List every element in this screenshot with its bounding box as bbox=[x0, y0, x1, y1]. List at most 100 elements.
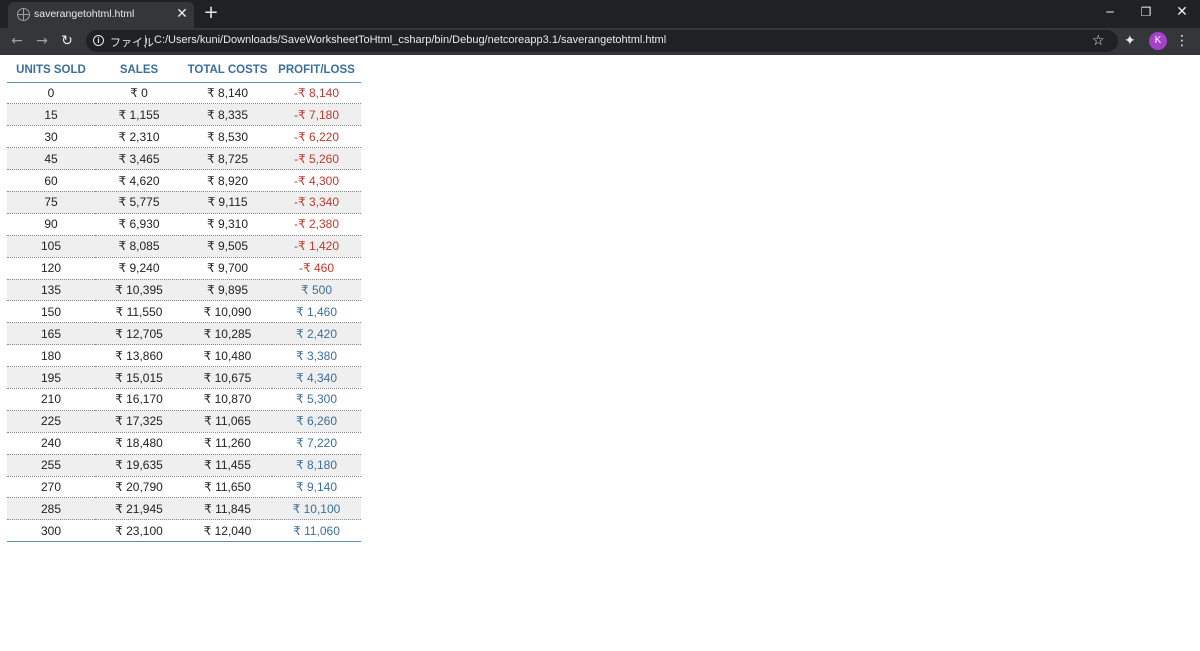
arrow-left-icon[interactable]: ← bbox=[7, 30, 27, 52]
cell-profit-loss: ₹ 4,340 bbox=[272, 366, 361, 389]
cell-units-sold: 150 bbox=[7, 300, 95, 324]
cell-profit-loss: ₹ 10,100 bbox=[272, 497, 361, 521]
avatar[interactable]: K bbox=[1149, 32, 1167, 50]
tab-title: saverangetohtml.html bbox=[34, 8, 135, 20]
tab-strip: saverangetohtml.html ✕ + ─ ❐ ✕ bbox=[0, 0, 1200, 28]
cell-total-costs: ₹ 9,700 bbox=[183, 257, 272, 280]
cell-units-sold: 15 bbox=[7, 103, 95, 127]
cell-sales: ₹ 2,310 bbox=[95, 125, 183, 149]
reload-icon[interactable]: ↻ bbox=[57, 30, 77, 52]
cell-profit-loss: ₹ 500 bbox=[272, 279, 361, 302]
cell-units-sold: 285 bbox=[7, 497, 95, 521]
header-total-costs: TOTAL COSTS bbox=[183, 59, 272, 83]
info-icon[interactable]: i bbox=[93, 35, 104, 46]
cell-units-sold: 240 bbox=[7, 432, 95, 455]
table-row: 255 ₹ 19,635 ₹ 11,455 ₹ 8,180 bbox=[7, 454, 361, 477]
cell-sales: ₹ 20,790 bbox=[95, 476, 183, 499]
cell-units-sold: 195 bbox=[7, 366, 95, 389]
puzzle-icon[interactable]: ✦ bbox=[1124, 32, 1136, 50]
cell-sales: ₹ 18,480 bbox=[95, 432, 183, 455]
cell-units-sold: 120 bbox=[7, 257, 95, 280]
cell-units-sold: 210 bbox=[7, 388, 95, 411]
cell-units-sold: 30 bbox=[7, 125, 95, 149]
table-row: 270 ₹ 20,790 ₹ 11,650 ₹ 9,140 bbox=[7, 476, 361, 499]
cell-sales: ₹ 3,465 bbox=[95, 147, 183, 171]
minimize-icon[interactable]: ─ bbox=[1092, 0, 1128, 26]
restore-icon[interactable]: ❐ bbox=[1128, 0, 1164, 26]
table-row: 285 ₹ 21,945 ₹ 11,845 ₹ 10,100 bbox=[7, 497, 361, 521]
table-row: 105 ₹ 8,085 ₹ 9,505 -₹ 1,420 bbox=[7, 235, 361, 258]
cell-profit-loss: -₹ 8,140 bbox=[272, 82, 361, 105]
cell-total-costs: ₹ 8,920 bbox=[183, 169, 272, 192]
table-row: 75 ₹ 5,775 ₹ 9,115 -₹ 3,340 bbox=[7, 191, 361, 214]
cell-total-costs: ₹ 12,040 bbox=[183, 519, 272, 543]
browser-tab[interactable]: saverangetohtml.html ✕ bbox=[8, 2, 194, 28]
window-close-icon[interactable]: ✕ bbox=[1164, 0, 1200, 26]
table-row: 195 ₹ 15,015 ₹ 10,675 ₹ 4,340 bbox=[7, 366, 361, 389]
cell-total-costs: ₹ 11,455 bbox=[183, 454, 272, 477]
cell-sales: ₹ 16,170 bbox=[95, 388, 183, 411]
cell-profit-loss: ₹ 7,220 bbox=[272, 432, 361, 455]
table-row: 15 ₹ 1,155 ₹ 8,335 -₹ 7,180 bbox=[7, 103, 361, 127]
table-body: 0 ₹ 0 ₹ 8,140 -₹ 8,140 15 ₹ 1,155 ₹ 8,335 -₹ 7,… bbox=[7, 82, 361, 543]
table-row: 45 ₹ 3,465 ₹ 8,725 -₹ 5,260 bbox=[7, 147, 361, 171]
cell-total-costs: ₹ 11,065 bbox=[183, 410, 272, 433]
worksheet-table: UNITS SOLD SALES TOTAL COSTS PROFIT/LOSS… bbox=[7, 59, 361, 543]
cell-profit-loss: ₹ 2,420 bbox=[272, 322, 361, 346]
cell-units-sold: 180 bbox=[7, 344, 95, 368]
cell-profit-loss: ₹ 9,140 bbox=[272, 476, 361, 499]
cell-sales: ₹ 10,395 bbox=[95, 279, 183, 302]
cell-units-sold: 45 bbox=[7, 147, 95, 171]
cell-sales: ₹ 9,240 bbox=[95, 257, 183, 280]
cell-units-sold: 165 bbox=[7, 322, 95, 346]
cell-profit-loss: -₹ 2,380 bbox=[272, 213, 361, 236]
cell-units-sold: 225 bbox=[7, 410, 95, 433]
cell-units-sold: 105 bbox=[7, 235, 95, 258]
cell-profit-loss: -₹ 5,260 bbox=[272, 147, 361, 171]
table-row: 0 ₹ 0 ₹ 8,140 -₹ 8,140 bbox=[7, 82, 361, 105]
address-bar[interactable]: i ファイル C:/Users/kuni/Downloads/SaveWorks… bbox=[86, 30, 1118, 52]
arrow-right-icon[interactable]: → bbox=[32, 30, 52, 52]
cell-sales: ₹ 11,550 bbox=[95, 300, 183, 324]
url-text[interactable]: C:/Users/kuni/Downloads/SaveWorksheetToH… bbox=[154, 34, 666, 46]
cell-profit-loss: ₹ 1,460 bbox=[272, 300, 361, 324]
table-row: 135 ₹ 10,395 ₹ 9,895 ₹ 500 bbox=[7, 279, 361, 302]
table-row: 210 ₹ 16,170 ₹ 10,870 ₹ 5,300 bbox=[7, 388, 361, 411]
cell-profit-loss: ₹ 6,260 bbox=[272, 410, 361, 433]
cell-profit-loss: -₹ 460 bbox=[272, 257, 361, 280]
table-row: 300 ₹ 23,100 ₹ 12,040 ₹ 11,060 bbox=[7, 519, 361, 543]
cell-total-costs: ₹ 10,870 bbox=[183, 388, 272, 411]
close-icon[interactable]: ✕ bbox=[174, 5, 190, 23]
cell-sales: ₹ 4,620 bbox=[95, 169, 183, 192]
cell-units-sold: 0 bbox=[7, 82, 95, 105]
cell-units-sold: 135 bbox=[7, 279, 95, 302]
kebab-menu-icon[interactable]: ⋮ bbox=[1174, 31, 1190, 51]
table-row: 240 ₹ 18,480 ₹ 11,260 ₹ 7,220 bbox=[7, 432, 361, 455]
address-divider bbox=[145, 35, 146, 48]
cell-profit-loss: -₹ 6,220 bbox=[272, 125, 361, 149]
cell-sales: ₹ 6,930 bbox=[95, 213, 183, 236]
table-row: 30 ₹ 2,310 ₹ 8,530 -₹ 6,220 bbox=[7, 125, 361, 149]
star-icon[interactable]: ☆ bbox=[1092, 32, 1105, 50]
cell-total-costs: ₹ 8,335 bbox=[183, 103, 272, 127]
cell-total-costs: ₹ 9,505 bbox=[183, 235, 272, 258]
cell-sales: ₹ 8,085 bbox=[95, 235, 183, 258]
plus-icon[interactable]: + bbox=[202, 3, 220, 23]
cell-profit-loss: ₹ 5,300 bbox=[272, 388, 361, 411]
cell-total-costs: ₹ 10,480 bbox=[183, 344, 272, 368]
table-row: 150 ₹ 11,550 ₹ 10,090 ₹ 1,460 bbox=[7, 300, 361, 324]
cell-sales: ₹ 15,015 bbox=[95, 366, 183, 389]
cell-total-costs: ₹ 8,140 bbox=[183, 82, 272, 105]
cell-profit-loss: -₹ 3,340 bbox=[272, 191, 361, 214]
table-row: 120 ₹ 9,240 ₹ 9,700 -₹ 460 bbox=[7, 257, 361, 280]
scheme-label: ファイル bbox=[110, 36, 154, 49]
cell-total-costs: ₹ 11,650 bbox=[183, 476, 272, 499]
table-row: 180 ₹ 13,860 ₹ 10,480 ₹ 3,380 bbox=[7, 344, 361, 368]
cell-total-costs: ₹ 10,675 bbox=[183, 366, 272, 389]
table-row: 60 ₹ 4,620 ₹ 8,920 -₹ 4,300 bbox=[7, 169, 361, 192]
header-profit-loss: PROFIT/LOSS bbox=[272, 59, 361, 83]
cell-total-costs: ₹ 9,895 bbox=[183, 279, 272, 302]
cell-profit-loss: ₹ 3,380 bbox=[272, 344, 361, 368]
cell-profit-loss: ₹ 8,180 bbox=[272, 454, 361, 477]
cell-sales: ₹ 5,775 bbox=[95, 191, 183, 214]
